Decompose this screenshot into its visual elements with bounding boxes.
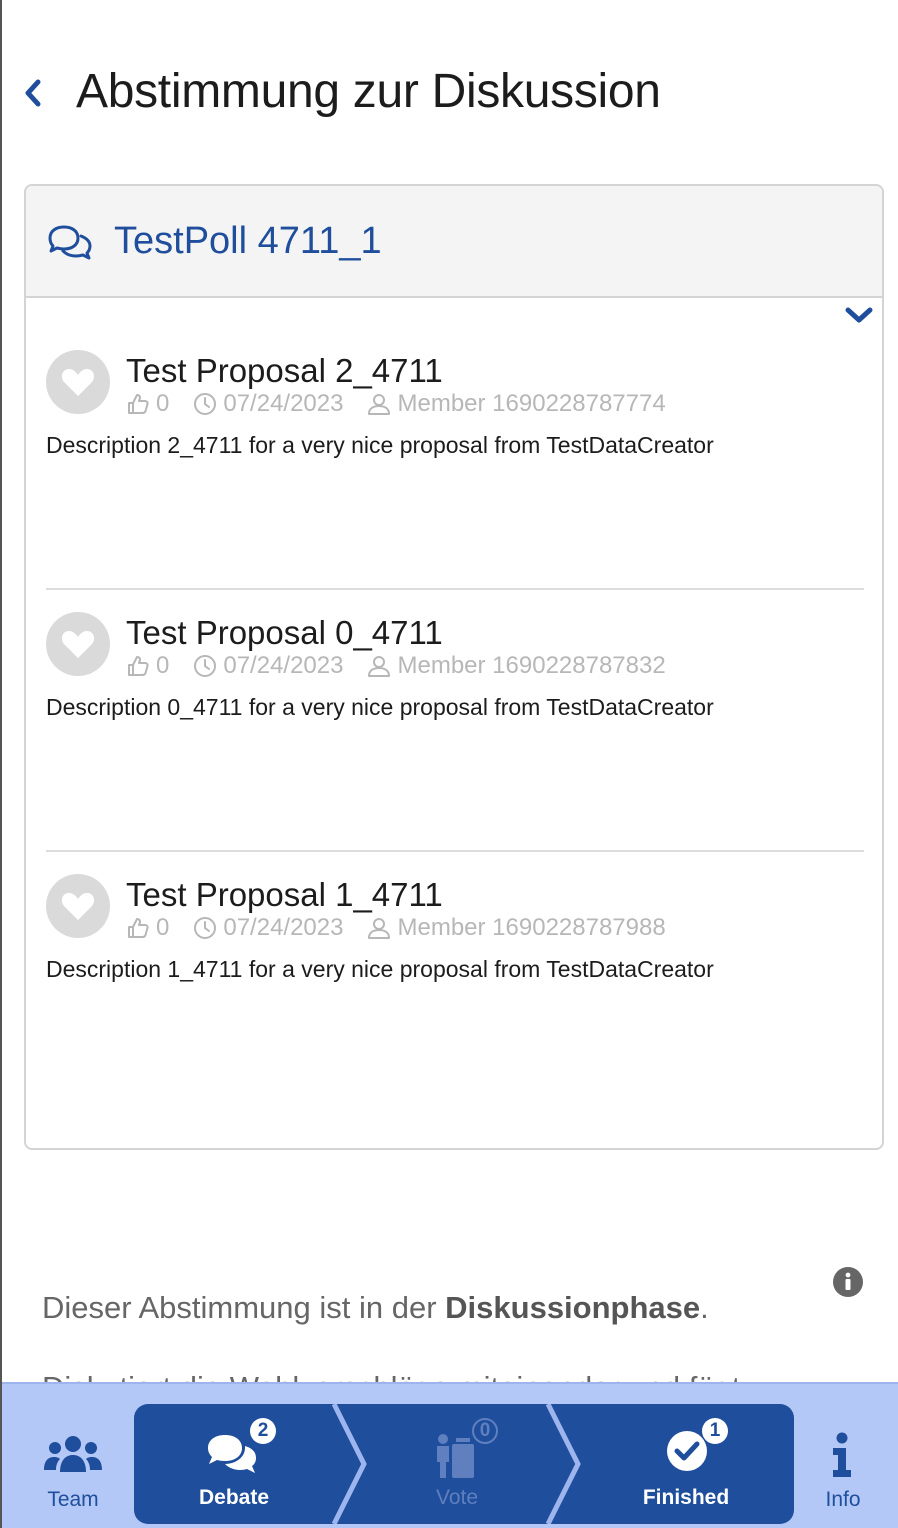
info-icon — [833, 1432, 851, 1477]
proposal-author: Member 1690228787832 — [397, 652, 666, 679]
heart-icon — [61, 369, 95, 396]
check-circle-icon — [667, 1431, 707, 1471]
users-icon — [44, 1436, 102, 1472]
phase-name: Diskussionphase — [445, 1290, 701, 1325]
like-button[interactable] — [46, 612, 110, 676]
page-header: Abstimmung zur Diskussion — [2, 60, 898, 130]
like-button[interactable] — [46, 874, 110, 938]
proposal-meta: 0 07/24/2023 Member 1690228787988 — [126, 914, 666, 942]
phase-vote-label: Vote — [435, 1486, 479, 1509]
heart-icon — [61, 631, 95, 658]
proposal-description: Description 2_4711 for a very nice propo… — [46, 432, 714, 458]
thumbs-up-icon — [128, 656, 149, 676]
proposal-title: Test Proposal 2_4711 — [126, 352, 443, 389]
like-count: 0 — [156, 914, 170, 941]
proposal-author: Member 1690228787774 — [397, 390, 666, 417]
page-title: Abstimmung zur Diskussion — [76, 65, 661, 118]
proposal-item[interactable]: Test Proposal 1_4711 0 07/24/2023 Member… — [46, 850, 864, 1112]
like-button[interactable] — [46, 350, 110, 414]
heart-icon — [61, 893, 95, 920]
proposal-item[interactable]: Test Proposal 0_4711 0 07/24/2023 Member… — [46, 588, 864, 850]
phase-vote[interactable]: 0 Vote — [362, 1404, 552, 1524]
chevron-left-icon — [25, 79, 41, 107]
user-icon — [368, 394, 391, 415]
comments-icon — [208, 1435, 256, 1473]
tab-team-label: Team — [47, 1488, 99, 1511]
phase-debate[interactable]: 2 Debate — [134, 1404, 334, 1524]
bottom-tab-bar: Team 2 Debate 0 Vote 1 Finished Info — [2, 1382, 898, 1528]
info-circle-icon[interactable] — [832, 1266, 864, 1298]
tab-info[interactable]: Info — [788, 1384, 898, 1528]
phase-finished[interactable]: 1 Finished — [578, 1404, 794, 1524]
like-count: 0 — [156, 652, 170, 679]
clock-icon — [194, 655, 217, 677]
proposal-description: Description 0_4711 for a very nice propo… — [46, 694, 714, 720]
proposal-date: 07/24/2023 — [223, 390, 344, 417]
phase-debate-label: Debate — [198, 1486, 270, 1509]
clock-icon — [194, 917, 217, 939]
like-count: 0 — [156, 390, 170, 417]
proposal-item[interactable]: Test Proposal 2_4711 0 07/24/2023 Member… — [46, 326, 864, 588]
proposal-title: Test Proposal 0_4711 — [126, 614, 443, 651]
chevron-down-icon — [845, 307, 873, 323]
finished-badge: 1 — [702, 1418, 728, 1444]
poll-header[interactable]: TestPoll 4711_1 — [26, 186, 882, 298]
tab-team[interactable]: Team — [18, 1384, 128, 1528]
user-icon — [368, 656, 391, 677]
proposal-meta: 0 07/24/2023 Member 1690228787832 — [126, 652, 666, 680]
collapse-toggle[interactable] — [844, 304, 874, 328]
comments-icon — [48, 225, 92, 260]
proposal-meta: 0 07/24/2023 Member 1690228787774 — [126, 390, 666, 418]
thumbs-up-icon — [128, 918, 149, 938]
clock-icon — [194, 393, 217, 415]
user-icon — [368, 918, 391, 939]
proposal-date: 07/24/2023 — [223, 914, 344, 941]
vote-badge: 0 — [472, 1418, 498, 1444]
back-button[interactable] — [20, 74, 50, 114]
proposal-description: Description 1_4711 for a very nice propo… — [46, 956, 714, 982]
tab-info-label: Info — [825, 1488, 861, 1511]
poll-title: TestPoll 4711_1 — [114, 220, 382, 262]
debate-badge: 2 — [250, 1418, 276, 1444]
poll-card: TestPoll 4711_1 Test Proposal 2_4711 0 0… — [24, 184, 884, 1150]
proposal-title: Test Proposal 1_4711 — [126, 876, 443, 913]
phase-info-line1: Dieser Abstimmung ist in der Diskussionp… — [42, 1290, 709, 1325]
phase-stepper: 2 Debate 0 Vote 1 Finished — [134, 1404, 794, 1524]
proposal-date: 07/24/2023 — [223, 652, 344, 679]
phase-finished-label: Finished — [642, 1486, 730, 1509]
ballot-box-icon — [437, 1434, 474, 1478]
thumbs-up-icon — [128, 394, 149, 414]
proposal-author: Member 1690228787988 — [397, 914, 666, 941]
